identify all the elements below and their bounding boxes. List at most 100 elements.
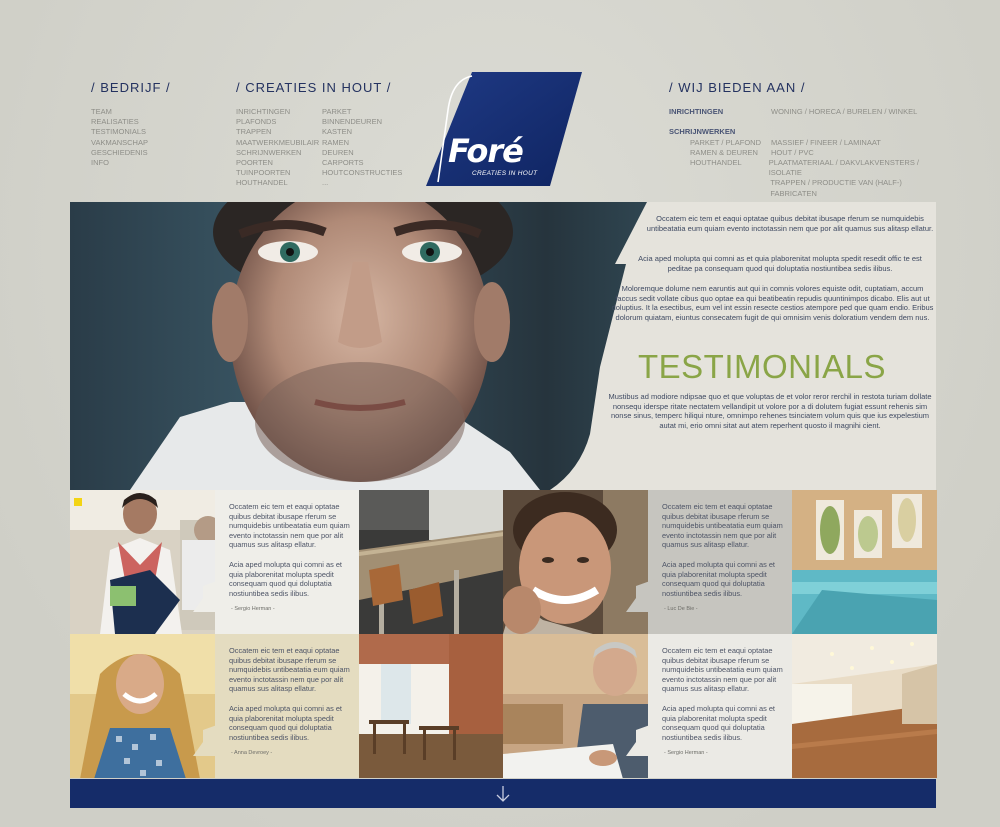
older-man-image bbox=[503, 634, 648, 778]
hall-image bbox=[792, 634, 937, 778]
nav-item-trappen[interactable]: TRAPPEN bbox=[236, 127, 308, 137]
quote-notch bbox=[193, 576, 231, 612]
bieden-row-spacer bbox=[669, 117, 949, 127]
bieden-value: PLAATMATERIAAL / DAKVLAKVENSTERS / ISOLA… bbox=[768, 158, 920, 178]
quote-text: Occatem eic tem et eaqui optatae quibus … bbox=[662, 502, 786, 608]
quote-text: Occatem eic tem et eaqui optatae quibus … bbox=[229, 502, 353, 608]
bieden-row[interactable]: HOUTHANDEL PLAATMATERIAAL / DAKVLAKVENSTE… bbox=[669, 158, 949, 178]
chef-image bbox=[70, 490, 215, 634]
hero-paragraph-3: Moloremque dolume nem earuntis aut qui i… bbox=[611, 284, 934, 322]
quote-paragraph: Occatem eic tem et eaqui optatae quibus … bbox=[662, 502, 783, 550]
bieden-row[interactable]: INRICHTINGEN WONING / HORECA / BURELEN / … bbox=[669, 107, 949, 117]
quote-paragraph: Occatem eic tem et eaqui optatae quibus … bbox=[662, 646, 783, 694]
quote-card-4: Occatem eic tem et eaqui optatae quibus … bbox=[626, 634, 792, 778]
nav-item-ramen[interactable]: RAMEN bbox=[322, 138, 402, 148]
quote-card-2: Occatem eic tem et eaqui optatae quibus … bbox=[626, 490, 792, 634]
bieden-label: INRICHTINGEN bbox=[669, 107, 724, 116]
bieden-row[interactable]: TRAPPEN / PRODUCTIE VAN (HALF-) FABRICAT… bbox=[669, 178, 949, 198]
nav-item-houthandel[interactable]: HOUTHANDEL bbox=[236, 178, 308, 188]
nav-bedrijf-heading: / BEDRIJF / bbox=[91, 80, 171, 95]
quote-card-1: Occatem eic tem et eaqui optatae quibus … bbox=[193, 490, 359, 634]
bieden-label: PARKET / PLAFOND bbox=[690, 137, 761, 147]
nav-item-parket[interactable]: PARKET bbox=[322, 107, 402, 117]
quote-notch bbox=[626, 576, 664, 612]
arrow-down-icon[interactable] bbox=[496, 785, 510, 803]
bieden-row[interactable]: RAMEN & DEUREN HOUT / PVC bbox=[669, 148, 949, 158]
quote-paragraph: Acia aped molupta qui comni as et quia p… bbox=[662, 559, 775, 598]
nav-item-inrichtingen[interactable]: INRICHTINGEN bbox=[236, 107, 308, 117]
photo-older-man[interactable] bbox=[503, 634, 648, 778]
nav-item-plafonds[interactable]: PLAFONDS bbox=[236, 117, 308, 127]
logo-wordmark: Foré bbox=[448, 132, 524, 170]
woman-image bbox=[70, 634, 215, 778]
logo-tagline: CREATIES IN HOUT bbox=[472, 170, 538, 177]
bieden-value: TRAPPEN / PRODUCTIE VAN (HALF-) FABRICAT… bbox=[770, 178, 902, 198]
table-image bbox=[359, 490, 504, 634]
hero-paragraph-4: Mustibus ad modiore ndipsae quo et que v… bbox=[608, 392, 932, 430]
quote-paragraph: Acia aped molupta qui comni as et quia p… bbox=[229, 559, 342, 598]
bieden-label: RAMEN & DEUREN bbox=[690, 147, 758, 157]
nav-item-team[interactable]: TEAM bbox=[91, 107, 171, 117]
bieden-label: HOUTHANDEL bbox=[690, 158, 742, 167]
hero-paragraph-1: Occatem eic tem et eaqui optatae quibus … bbox=[646, 214, 934, 233]
nav-bieden-heading: / WIJ BIEDEN AAN / bbox=[669, 80, 806, 95]
quote-author: - Sergio Herman - bbox=[231, 606, 275, 612]
fore-logo[interactable]: Foré CREATIES IN HOUT bbox=[424, 70, 584, 188]
quote-text: Occatem eic tem et eaqui optatae quibus … bbox=[229, 646, 353, 752]
nav-item-binnendeuren[interactable]: BINNENDEUREN bbox=[322, 117, 402, 127]
cafe-image bbox=[359, 634, 504, 778]
quote-notch bbox=[626, 720, 664, 756]
nav-item-vakmanschap[interactable]: VAKMANSCHAP bbox=[91, 138, 171, 148]
quote-paragraph: Occatem eic tem et eaqui optatae quibus … bbox=[229, 502, 350, 550]
quote-author: - Sergio Herman - bbox=[664, 750, 708, 756]
nav-item-info[interactable]: INFO bbox=[91, 158, 171, 168]
bieden-row[interactable]: PARKET / PLAFOND MASSIEF / FINEER / LAMIN… bbox=[669, 138, 949, 148]
photo-chef[interactable] bbox=[70, 490, 215, 634]
quote-paragraph: Acia aped molupta qui comni as et quia p… bbox=[229, 703, 342, 742]
nav-item-tuinpoorten[interactable]: TUINPOORTEN bbox=[236, 168, 308, 178]
nav-creaties: / CREATIES IN HOUT / INRICHTINGEN PLAFON… bbox=[236, 80, 402, 189]
photo-woman[interactable] bbox=[70, 634, 215, 778]
nav-item-deuren[interactable]: DEUREN bbox=[322, 148, 402, 158]
hero-portrait-photo bbox=[70, 202, 647, 490]
nav-bedrijf: / BEDRIJF / TEAM REALISATIES TESTIMONIAL… bbox=[91, 80, 171, 168]
nav-creaties-list-2: PARKET BINNENDEUREN KASTEN RAMEN DEUREN … bbox=[322, 107, 402, 189]
photo-hall-interior[interactable] bbox=[792, 634, 937, 778]
quote-card-3: Occatem eic tem et eaqui optatae quibus … bbox=[193, 634, 359, 778]
nav-bedrijf-list: TEAM REALISATIES TESTIMONIALS VAKMANSCHA… bbox=[91, 107, 171, 168]
bieden-value: WONING / HORECA / BURELEN / WINKEL bbox=[771, 107, 918, 116]
quote-author: - Luc De Bie - bbox=[664, 606, 698, 612]
nav-bieden: / WIJ BIEDEN AAN / INRICHTINGEN WONING / … bbox=[669, 80, 949, 199]
quote-paragraph: Acia aped molupta qui comni as et quia p… bbox=[662, 703, 775, 742]
quote-notch bbox=[193, 720, 231, 756]
nav-item-maatwerkmeubilair[interactable]: MAATWERKMEUBILAIR bbox=[236, 138, 319, 148]
bieden-value: HOUT / PVC bbox=[771, 147, 814, 157]
bieden-value: MASSIEF / FINEER / LAMINAAT bbox=[771, 137, 881, 147]
photo-smiling-man[interactable] bbox=[503, 490, 648, 634]
nav-item-kasten[interactable]: KASTEN bbox=[322, 127, 402, 137]
nav-item-carports[interactable]: CARPORTS bbox=[322, 158, 402, 168]
nav-item-houtconstructies[interactable]: HOUTCONSTRUCTIES bbox=[322, 168, 402, 178]
nav-item-realisaties[interactable]: REALISATIES bbox=[91, 117, 171, 127]
bieden-label: SCHRIJNWERKEN bbox=[669, 127, 736, 137]
nav-item-more[interactable]: ... bbox=[322, 178, 402, 188]
photo-restaurant-table[interactable] bbox=[359, 490, 504, 634]
hero-testimonial: Occatem eic tem et eaqui optatae quibus … bbox=[70, 202, 936, 490]
quote-paragraph: Occatem eic tem et eaqui optatae quibus … bbox=[229, 646, 350, 694]
bieden-label bbox=[669, 178, 770, 198]
pool-image bbox=[792, 490, 937, 634]
nav-item-geschiedenis[interactable]: GESCHIEDENIS bbox=[91, 148, 171, 158]
scroll-down-bar[interactable] bbox=[70, 779, 936, 808]
smiling-man-image bbox=[503, 490, 648, 634]
quote-text: Occatem eic tem et eaqui optatae quibus … bbox=[662, 646, 786, 752]
testimonials-title: TESTIMONIALS bbox=[638, 348, 887, 385]
nav-item-schrijnwerken[interactable]: SCHRIJNWERKEN bbox=[236, 148, 308, 158]
nav-creaties-heading: / CREATIES IN HOUT / bbox=[236, 80, 392, 95]
photo-cafe-interior[interactable] bbox=[359, 634, 504, 778]
hero-paragraph-2: Acia aped molupta qui comni as et quia p… bbox=[638, 254, 922, 273]
photo-pool[interactable] bbox=[792, 490, 937, 634]
nav-item-testimonials[interactable]: TESTIMONIALS bbox=[91, 127, 171, 137]
nav-item-poorten[interactable]: POORTEN bbox=[236, 158, 308, 168]
nav-creaties-list-1: INRICHTINGEN PLAFONDS TRAPPEN MAATWERKME… bbox=[236, 107, 319, 189]
bieden-row[interactable]: SCHRIJNWERKEN bbox=[669, 127, 949, 137]
